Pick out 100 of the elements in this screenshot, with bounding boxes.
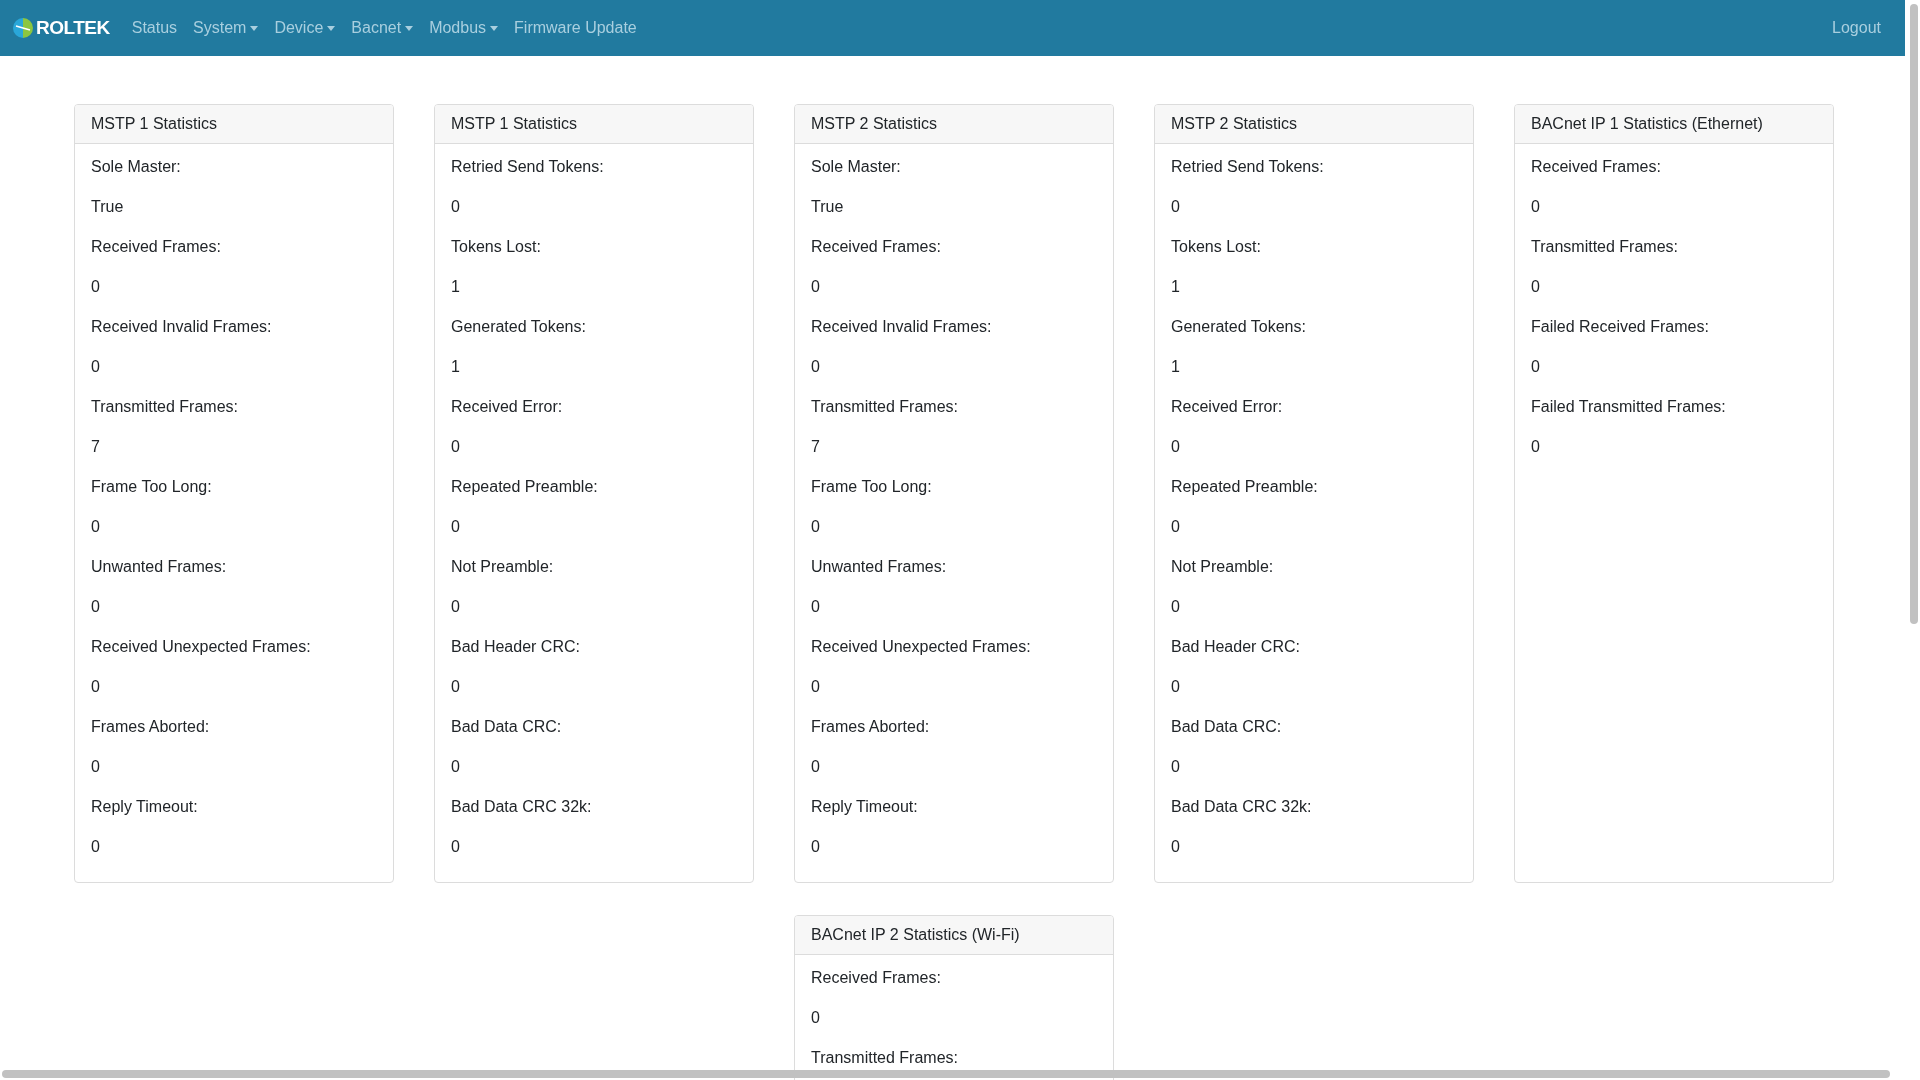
field-value: 0 <box>1171 197 1181 217</box>
field-label: Failed Received Frames: <box>1531 317 1710 337</box>
nav-link[interactable]: System <box>185 11 267 45</box>
field-value: 1 <box>451 357 461 377</box>
field-label: Reply Timeout: <box>811 797 919 817</box>
field-label: Bad Data CRC 32k: <box>451 797 593 817</box>
field-value: 0 <box>811 517 821 537</box>
field-label: Not Preamble: <box>451 557 555 577</box>
field-value: 1 <box>1171 357 1181 377</box>
field-label: Received Frames: <box>91 237 222 257</box>
field-value: 0 <box>1531 357 1541 377</box>
field-value: 0 <box>811 837 821 857</box>
field-value: 0 <box>451 437 461 457</box>
horizontal-scrollbar[interactable] <box>2 1070 1890 1078</box>
vertical-scrollbar[interactable] <box>1910 4 1918 624</box>
field-value: 0 <box>1531 197 1541 217</box>
field-value: 0 <box>1171 677 1181 697</box>
field-value: 0 <box>91 517 101 537</box>
field-label: Received Frames: <box>811 968 942 988</box>
field-label: Generated Tokens: <box>1171 317 1307 337</box>
field-label: Received Frames: <box>811 237 942 257</box>
field-label: Received Invalid Frames: <box>811 317 993 337</box>
nav-link[interactable]: Bacnet <box>343 11 422 45</box>
field-label: Received Error: <box>451 397 564 417</box>
field-value: 0 <box>91 677 101 697</box>
field-value: 0 <box>1531 437 1541 457</box>
field-value: 7 <box>91 437 101 457</box>
nav-link[interactable]: Status <box>123 11 186 45</box>
field-label: Bad Data CRC 32k: <box>1171 797 1313 817</box>
field-value: 0 <box>811 677 821 697</box>
field-label: Tokens Lost: <box>1171 237 1262 257</box>
field-value: 0 <box>91 757 101 777</box>
field-label: Bad Header CRC: <box>451 637 581 657</box>
field-label: Reply Timeout: <box>91 797 199 817</box>
field-value: 1 <box>451 277 461 297</box>
brand-name[interactable]: ROLTEK <box>36 17 110 39</box>
field-label: Generated Tokens: <box>451 317 587 337</box>
field-value: 0 <box>1171 597 1181 617</box>
field-label: Frames Aborted: <box>811 717 931 737</box>
field-label: Bad Data CRC: <box>1171 717 1283 737</box>
field-value: 0 <box>451 597 461 617</box>
field-label: Bad Data CRC: <box>451 717 563 737</box>
field-value: 0 <box>811 597 821 617</box>
field-value: 0 <box>91 277 101 297</box>
field-value: 0 <box>1171 757 1181 777</box>
field-label: Transmitted Frames: <box>1531 237 1679 257</box>
field-value: 0 <box>451 837 461 857</box>
field-value: 0 <box>451 677 461 697</box>
field-value: 0 <box>811 357 821 377</box>
field-value: 0 <box>91 597 101 617</box>
field-label: Transmitted Frames: <box>811 1048 959 1068</box>
field-label: Frames Aborted: <box>91 717 211 737</box>
field-value: 7 <box>811 437 821 457</box>
field-value: 0 <box>451 197 461 217</box>
field-label: Transmitted Frames: <box>91 397 239 417</box>
card-title: MSTP 1 Statistics <box>75 105 393 144</box>
field-label: Received Unexpected Frames: <box>91 637 312 657</box>
field-value: 0 <box>811 277 821 297</box>
field-value: True <box>811 197 845 217</box>
field-label: Not Preamble: <box>1171 557 1275 577</box>
field-value: 0 <box>1171 837 1181 857</box>
field-value: 0 <box>91 357 101 377</box>
field-value: 0 <box>91 837 101 857</box>
field-label: Unwanted Frames: <box>811 557 948 577</box>
field-label: Repeated Preamble: <box>451 477 599 497</box>
field-value: 0 <box>451 517 461 537</box>
field-value: True <box>91 197 125 217</box>
logout-link[interactable]: Logout <box>1824 11 1889 45</box>
field-value: 0 <box>811 1008 821 1028</box>
card-title: MSTP 1 Statistics <box>435 105 753 144</box>
field-label: Received Frames: <box>1531 157 1662 177</box>
field-label: Frame Too Long: <box>91 477 213 497</box>
nav-link[interactable]: Firmware Update <box>506 11 645 45</box>
field-value: 0 <box>1171 437 1181 457</box>
field-value: 0 <box>811 757 821 777</box>
field-label: Unwanted Frames: <box>91 557 228 577</box>
field-value: 1 <box>1171 277 1181 297</box>
card-title: MSTP 2 Statistics <box>795 105 1113 144</box>
field-value: 0 <box>451 757 461 777</box>
field-label: Tokens Lost: <box>451 237 542 257</box>
field-label: Transmitted Frames: <box>811 397 959 417</box>
field-label: Repeated Preamble: <box>1171 477 1319 497</box>
field-label: Received Unexpected Frames: <box>811 637 1032 657</box>
card-title: BACnet IP 2 Statistics (Wi-Fi) <box>795 916 1113 955</box>
card-title: BACnet IP 1 Statistics (Ethernet) <box>1515 105 1833 144</box>
field-label: Sole Master: <box>91 157 182 177</box>
nav-link[interactable]: Modbus <box>421 11 507 45</box>
field-label: Failed Transmitted Frames: <box>1531 397 1727 417</box>
field-label: Frame Too Long: <box>811 477 933 497</box>
logo-icon <box>12 17 34 39</box>
field-label: Received Invalid Frames: <box>91 317 273 337</box>
field-label: Retried Send Tokens: <box>1171 157 1325 177</box>
field-label: Retried Send Tokens: <box>451 157 605 177</box>
field-value: 0 <box>1531 277 1541 297</box>
field-value: 0 <box>1171 517 1181 537</box>
field-label: Received Error: <box>1171 397 1284 417</box>
card-title: MSTP 2 Statistics <box>1155 105 1473 144</box>
field-label: Sole Master: <box>811 157 902 177</box>
field-label: Bad Header CRC: <box>1171 637 1301 657</box>
nav-link[interactable]: Device <box>266 11 344 45</box>
